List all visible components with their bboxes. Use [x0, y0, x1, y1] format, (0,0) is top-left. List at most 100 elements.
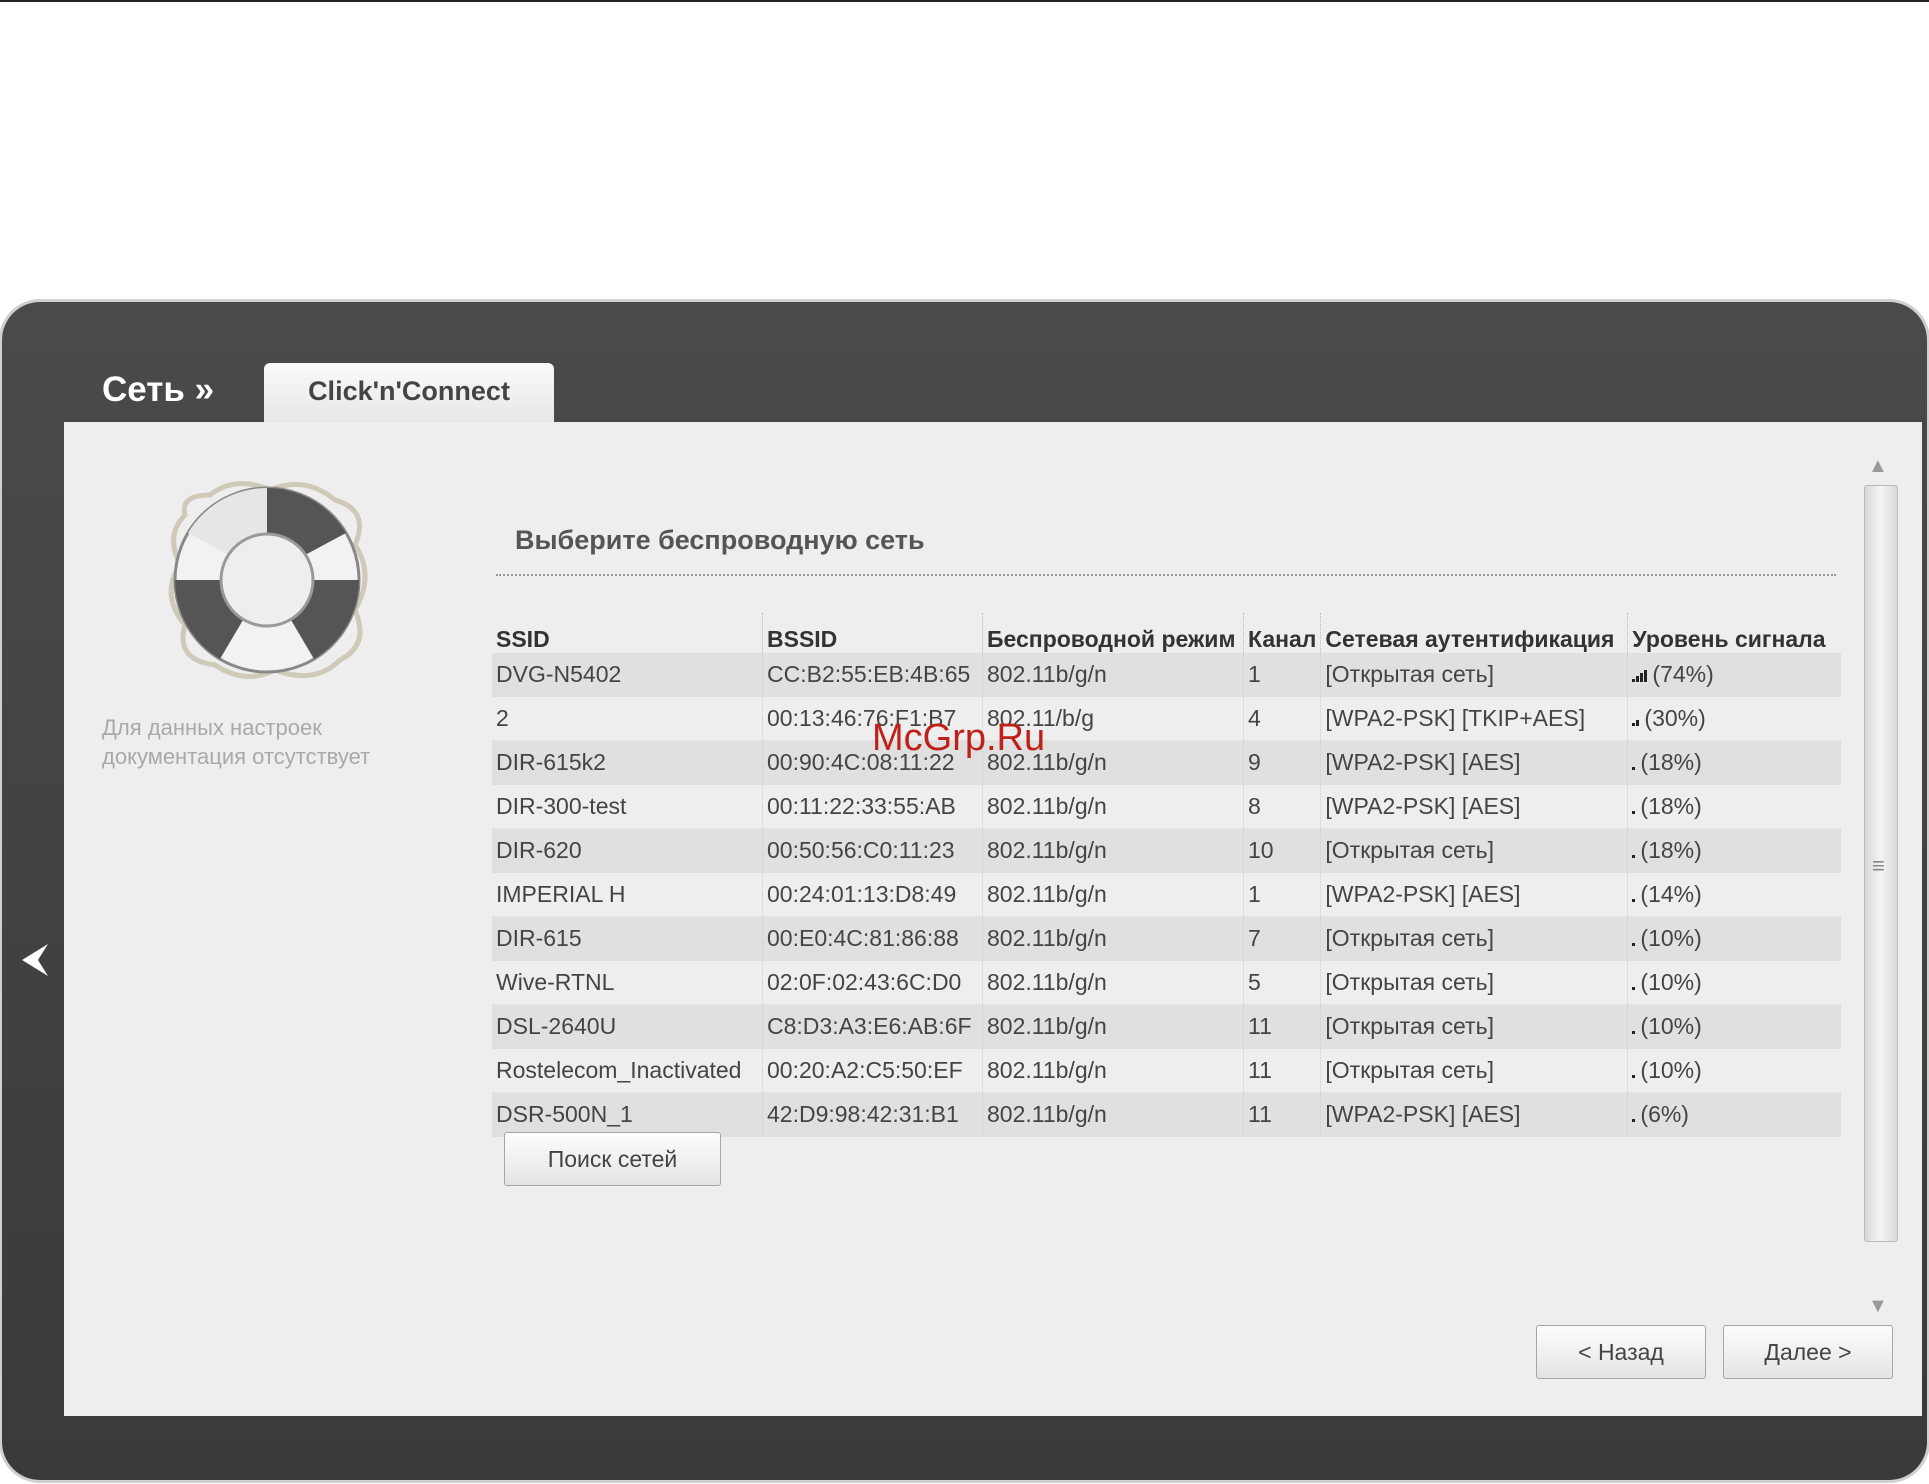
cell-mode: 802.11b/g/n — [982, 828, 1244, 873]
signal-percent: (10%) — [1640, 925, 1702, 951]
table-row[interactable]: DIR-300-test 00:11:22:33:55:AB 802.11b/g/n… — [492, 784, 1842, 829]
cell-channel: 11 — [1242, 1004, 1321, 1049]
cell-channel: 4 — [1242, 696, 1321, 741]
cell-ssid: DVG-N5402 — [492, 653, 763, 697]
table-row[interactable]: IMPERIAL H 00:24:01:13:D8:49 802.11b/g/n 1[… — [492, 872, 1842, 917]
networks-table: SSID BSSID Беспроводной режим Канал Сете… — [492, 613, 1842, 1137]
no-documentation-note: Для данных настроек документация отсутст… — [102, 715, 371, 769]
signal-percent: (18%) — [1640, 793, 1702, 819]
cell-ssid: DIR-615k2 — [492, 740, 763, 785]
cell-ssid: 2 — [492, 696, 763, 741]
cell-channel: 1 — [1242, 653, 1321, 697]
signal-percent: (10%) — [1640, 969, 1702, 995]
cell-signal: (6%) — [1627, 1092, 1842, 1137]
cell-mode: 802.11b/g/n — [982, 1092, 1244, 1137]
cell-channel: 11 — [1242, 1092, 1321, 1137]
table-row[interactable]: DIR-620 00:50:56:C0:11:23 802.11b/g/n 10 [От… — [492, 828, 1842, 873]
signal-strength-icon — [1632, 661, 1648, 688]
cell-ssid: IMPERIAL H — [492, 872, 763, 917]
cell-auth: [WPA2-PSK] [TKIP+AES] — [1320, 696, 1628, 741]
signal-percent: (10%) — [1640, 1057, 1702, 1083]
cell-mode: 802.11b/g/n — [982, 960, 1244, 1005]
signal-strength-icon — [1632, 1057, 1636, 1084]
tab-clicknconnect[interactable]: Click'n'Connect — [264, 363, 554, 425]
lifebuoy-icon — [155, 475, 375, 685]
cell-auth: [Открытая сеть] — [1320, 960, 1628, 1005]
cell-bssid: 00:24:01:13:D8:49 — [762, 872, 983, 917]
table-row[interactable]: Rostelecom_Inactivated 00:20:A2:C5:50:EF 8… — [492, 1048, 1842, 1093]
column-header-ssid: SSID — [496, 626, 550, 652]
cell-auth: [Открытая сеть] — [1320, 916, 1628, 961]
signal-percent: (14%) — [1640, 881, 1702, 907]
table-row[interactable]: DSL-2640U C8:D3:A3:E6:AB:6F 802.11b/g/n 11[… — [492, 1004, 1842, 1049]
cell-signal: (10%) — [1627, 960, 1842, 1005]
watermark-text: McGrp.Ru — [872, 717, 1046, 759]
cell-bssid: 00:E0:4C:81:86:88 — [762, 916, 983, 961]
cell-ssid: DIR-620 — [492, 828, 763, 873]
signal-percent: (74%) — [1652, 661, 1714, 687]
cell-signal: (10%) — [1627, 1004, 1842, 1049]
cell-mode: 802.11b/g/n — [982, 872, 1244, 917]
cell-signal: (10%) — [1627, 1048, 1842, 1093]
cell-channel: 8 — [1242, 784, 1321, 829]
signal-percent: (10%) — [1640, 1013, 1702, 1039]
table-row[interactable]: Wive-RTNL 02:0F:02:43:6C:D0 802.11b/g/n 5 [О… — [492, 960, 1842, 1005]
chevron-left-icon[interactable] — [18, 940, 54, 985]
table-row[interactable]: DSR-500N_1 42:D9:98:42:31:B1 802.11b/g/n 11… — [492, 1092, 1842, 1137]
cell-ssid: DSL-2640U — [492, 1004, 763, 1049]
signal-strength-icon — [1632, 1013, 1636, 1040]
scroll-grip-icon[interactable]: ≡ — [1872, 853, 1885, 879]
next-button[interactable]: Далее > — [1723, 1325, 1893, 1379]
cell-auth: [Открытая сеть] — [1320, 653, 1628, 697]
scroll-down-icon[interactable]: ▼ — [1868, 1295, 1888, 1318]
cell-signal: (30%) — [1627, 696, 1842, 741]
cell-signal: (18%) — [1627, 784, 1842, 829]
signal-percent: (6%) — [1640, 1101, 1689, 1127]
cell-auth: [WPA2-PSK] [AES] — [1320, 1092, 1628, 1137]
signal-strength-icon — [1632, 925, 1636, 952]
signal-percent: (30%) — [1644, 705, 1706, 731]
scroll-up-icon[interactable]: ▲ — [1868, 455, 1888, 478]
cell-ssid: Wive-RTNL — [492, 960, 763, 1005]
signal-strength-icon — [1632, 837, 1636, 864]
cell-mode: 802.11b/g/n — [982, 1004, 1244, 1049]
signal-strength-icon — [1632, 1101, 1636, 1128]
cell-signal: (10%) — [1627, 916, 1842, 961]
search-networks-button[interactable]: Поиск сетей — [504, 1132, 721, 1186]
cell-mode: 802.11b/g/n — [982, 916, 1244, 961]
column-header-auth: Сетевая аутентификация — [1320, 613, 1628, 653]
cell-auth: [Открытая сеть] — [1320, 828, 1628, 873]
breadcrumb-section[interactable]: Сеть » — [102, 370, 214, 410]
table-row[interactable]: DVG-N5402 CC:B2:55:EB:4B:65 802.11b/g/n 1 [О… — [492, 653, 1842, 697]
cell-bssid: 00:20:A2:C5:50:EF — [762, 1048, 983, 1093]
column-header-channel: Канал — [1242, 613, 1321, 653]
cell-ssid: DSR-500N_1 — [492, 1092, 763, 1137]
signal-strength-icon — [1632, 969, 1636, 996]
cell-channel: 1 — [1242, 872, 1321, 917]
cell-ssid: DIR-615 — [492, 916, 763, 961]
cell-signal: (18%) — [1627, 740, 1842, 785]
cell-ssid: Rostelecom_Inactivated — [492, 1048, 763, 1093]
cell-auth: [WPA2-PSK] [AES] — [1320, 784, 1628, 829]
table-row[interactable]: 2 00:13:46:76:F1:B7 802.11/b/g 4 [WPA2-PSK] … — [492, 696, 1842, 741]
top-border — [0, 0, 1929, 2]
cell-channel: 7 — [1242, 916, 1321, 961]
page-title: Выберите беспроводную сеть — [515, 525, 925, 555]
signal-strength-icon — [1632, 793, 1636, 820]
signal-strength-icon — [1632, 705, 1640, 732]
back-button[interactable]: < Назад — [1536, 1325, 1706, 1379]
cell-signal: (18%) — [1627, 828, 1842, 873]
cell-mode: 802.11b/g/n — [982, 653, 1244, 697]
cell-bssid: C8:D3:A3:E6:AB:6F — [762, 1004, 983, 1049]
cell-auth: [WPA2-PSK] [AES] — [1320, 740, 1628, 785]
table-row[interactable]: DIR-615k2 00:90:4C:08:11:22 802.11b/g/n 9 [W… — [492, 740, 1842, 785]
cell-bssid: 42:D9:98:42:31:B1 — [762, 1092, 983, 1137]
cell-channel: 9 — [1242, 740, 1321, 785]
table-row[interactable]: DIR-615 00:E0:4C:81:86:88 802.11b/g/n 7 [Отк… — [492, 916, 1842, 961]
signal-strength-icon — [1632, 749, 1636, 776]
cell-mode: 802.11b/g/n — [982, 784, 1244, 829]
cell-auth: [WPA2-PSK] [AES] — [1320, 872, 1628, 917]
cell-channel: 5 — [1242, 960, 1321, 1005]
table-header-row: SSID BSSID Беспроводной режим Канал Сете… — [492, 613, 1842, 653]
cell-auth: [Открытая сеть] — [1320, 1004, 1628, 1049]
